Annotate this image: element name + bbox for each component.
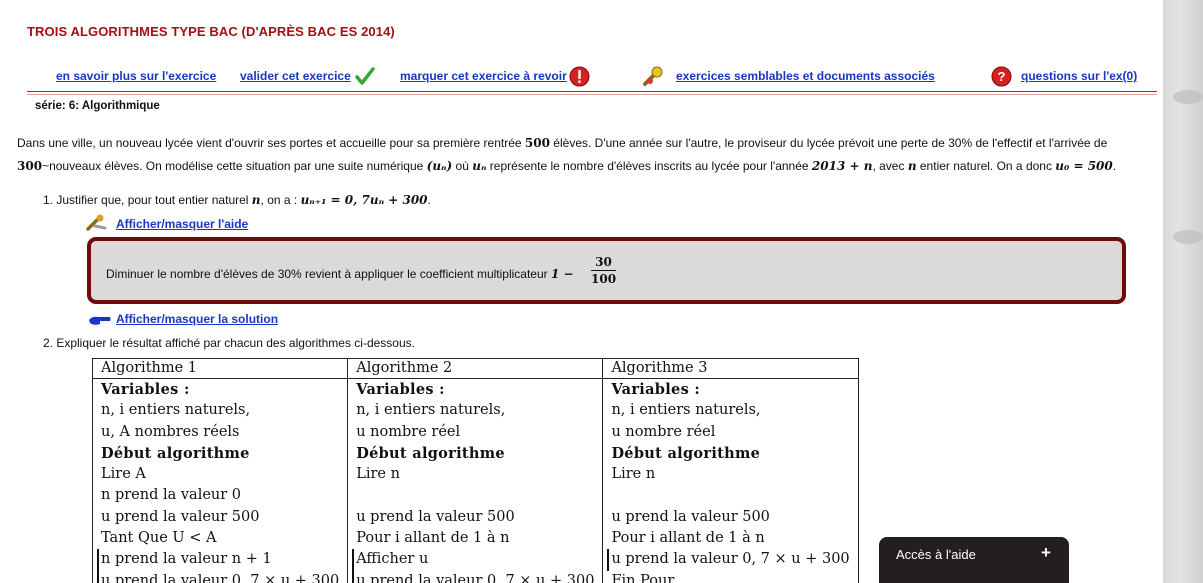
hint-text: Diminuer le nombre d'élèves de 30% revie… [106,267,574,281]
algo-line: u prend la valeur 0, 7 × u + 300 [96,570,339,583]
hint-fraction: 30 100 [591,255,617,286]
algo-line: u nombre réel [356,423,461,440]
algo-line: Début algorithme [611,444,761,462]
question-icon[interactable]: ? [991,66,1012,90]
algo-line: Lire n [611,466,656,483]
exercise-toolbar: en savoir plus sur l'exercice valider ce… [0,66,1163,88]
algo-line: Pour i allant de 1 à n [611,530,765,547]
algo-line: Fin Pour [611,572,675,583]
algo-line: u prend la valeur 500 [101,508,260,525]
algo-line: n, i entiers naturels, [356,402,506,419]
divider [27,94,1157,95]
algo-line: u, A nombres réels [101,423,240,440]
background-strip [1163,0,1203,583]
algo-line: Variables : [611,381,701,398]
more-info-link[interactable]: en savoir plus sur l'exercice [56,69,216,83]
exercise-intro: Dans une ville, un nouveau lycée vient d… [17,132,1157,178]
mark-review-link[interactable]: marquer cet exercice à revoir [400,69,567,83]
checkmark-icon[interactable] [354,66,376,91]
algo-line: Variables : [356,381,445,398]
algo-line: u prend la valeur 0, 7 × u + 300 [607,549,850,571]
intro-line-2: 300~nouveaux élèves. On modélise cette s… [17,159,1117,173]
algo-line: u prend la valeur 0, 7 × u + 300 [352,570,594,583]
algo-line: n, i entiers naturels, [611,402,761,419]
algorithm-header: Algorithme 3 [602,358,859,379]
svg-text:?: ? [998,69,1006,84]
algo-line: Début algorithme [356,444,505,462]
algorithms-table: Algorithme 1 Algorithme 2 Algorithme 3 V… [91,358,859,583]
hint-box: Diminuer le nombre d'élèves de 30% revie… [87,237,1126,304]
warning-icon[interactable] [569,66,590,90]
algo-line: Tant Que U < A [101,530,217,547]
expand-plus-icon[interactable]: + [1041,543,1051,563]
algo-line: Lire A [101,466,146,483]
hint-icon[interactable] [86,214,108,235]
algo-line: u nombre réel [611,423,716,440]
validate-link[interactable]: valider cet exercice [240,69,351,83]
algorithm-header: Algorithme 2 [347,358,604,379]
question-1: 1. Justifier que, pour tout entier natur… [43,193,431,207]
toggle-hint-link[interactable]: Afficher/masquer l'aide [116,217,248,231]
algo-line: u prend la valeur 500 [611,508,770,525]
background-smudge [1173,230,1203,244]
page-title: TROIS ALGORITHMES TYPE BAC (D'APRÈS BAC … [27,24,395,39]
algo-line [611,485,849,506]
algo-line: Variables : [101,381,190,398]
help-panel-label[interactable]: Accès à l'aide [896,547,976,562]
algo-line: Afficher u [352,549,594,571]
questions-link[interactable]: questions sur l'ex(0) [1021,69,1137,83]
algo-line: n prend la valeur 0 [101,487,242,504]
similar-exercises-link[interactable]: exercices semblables et documents associ… [676,69,935,83]
series-label: série: 6: Algorithmique [35,100,160,112]
divider [27,91,1157,92]
toggle-solution-link[interactable]: Afficher/masquer la solution [116,312,278,326]
algorithm-header: Algorithme 1 [91,358,349,379]
algo-line [356,485,594,506]
algo-line: u prend la valeur 500 [356,508,515,525]
background-smudge [1173,90,1203,104]
intro-line-1: Dans une ville, un nouveau lycée vient d… [17,136,1108,150]
algo-line: Pour i allant de 1 à n [356,530,510,547]
help-panel[interactable]: Accès à l'aide + [879,537,1069,583]
algo-line: n prend la valeur n + 1 [96,549,339,571]
algorithm-2-body: Variables : n, i entiers naturels, u nom… [347,378,604,583]
algorithm-1-body: Variables : n, i entiers naturels, u, A … [91,378,349,583]
algo-line: Début algorithme [101,444,250,462]
pointing-hand-icon[interactable] [88,313,112,330]
tools-icon[interactable] [642,66,666,91]
algo-line: Lire n [356,466,400,483]
algo-line: n, i entiers naturels, [101,402,251,419]
question-2: 2. Expliquer le résultat affiché par cha… [43,336,415,350]
algorithm-3-body: Variables : n, i entiers naturels, u nom… [602,378,859,583]
